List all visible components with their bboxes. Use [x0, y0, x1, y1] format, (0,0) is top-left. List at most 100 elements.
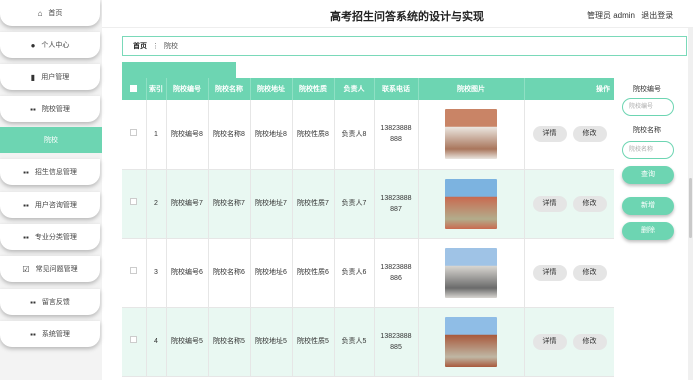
cell-owner: 负责人6 [334, 238, 375, 308]
sidebar-item-label: 院校 [44, 137, 58, 144]
grid-icon: ▪▪ [23, 167, 29, 177]
row-checkbox[interactable] [130, 267, 138, 274]
sidebar-item-label: 系统管理 [41, 331, 70, 338]
app: ⌂ 首页 ● 个人中心 ▮ 用户管理 ▪▪ 院校管理 院校 ▪▪ 招生信息管理 ▪▪ 用户咨询管理 ▪▪ 专… [0, 0, 693, 380]
sidebar-item-label: 常见问题管理 [35, 266, 78, 273]
detail-button[interactable]: 详情 [532, 264, 567, 281]
detail-button[interactable]: 详情 [532, 195, 567, 212]
cell-address: 院校地址5 [250, 307, 293, 377]
sidebar-item[interactable]: ⌂ 首页 [0, 0, 100, 26]
checkbox-icon: ☑ [22, 264, 30, 274]
scrollbar-thumb[interactable] [689, 178, 692, 238]
cell-nature: 院校性质5 [292, 307, 335, 377]
name-label: 院校名称 [633, 127, 661, 134]
breadcrumb-current: 院校 [164, 43, 178, 50]
sidebar-item-label: 用户咨询管理 [34, 202, 77, 209]
row-checkbox[interactable] [130, 336, 138, 343]
sidebar-item[interactable]: ▪▪ 专业分类管理 [0, 224, 100, 250]
name-input[interactable]: 院校名称 [622, 141, 674, 159]
sidebar-item[interactable]: ▪▪ 系统管理 [0, 321, 100, 347]
cell-phone: 13823888886 [374, 238, 419, 308]
home-icon: ⌂ [37, 8, 43, 18]
table-row: 1 院校编号8 院校名称8 院校地址8 院校性质8 负责人8 13823888888 详情 修改 [122, 100, 614, 170]
header-phone: 联系电话 [374, 78, 419, 100]
cell-code: 院校编号5 [166, 307, 209, 377]
sidebar: ⌂ 首页 ● 个人中心 ▮ 用户管理 ▪▪ 院校管理 院校 ▪▪ 招生信息管理 ▪▪ 用户咨询管理 ▪▪ 专… [0, 0, 102, 380]
cell-actions: 详情 修改 [524, 169, 614, 239]
breadcrumb-home[interactable]: 首页 [133, 41, 147, 51]
edit-button[interactable]: 修改 [572, 333, 607, 350]
table-row: 4 院校编号5 院校名称5 院校地址5 院校性质5 负责人5 13823888885 详情 修改 [122, 307, 614, 377]
grid-icon: ▪▪ [30, 297, 36, 307]
header-actions: 操作 [524, 78, 614, 100]
cell-code: 院校编号7 [166, 169, 209, 239]
sidebar-item[interactable]: ▪▪ 招生信息管理 [0, 159, 100, 185]
cell-actions: 详情 修改 [524, 100, 614, 170]
header-name: 院校名称 [208, 78, 251, 100]
sidebar-item-label: 首页 [48, 10, 63, 17]
code-input[interactable]: 院校编号 [622, 98, 674, 116]
sidebar-item[interactable]: ▪▪ 用户咨询管理 [0, 192, 100, 218]
cell-address: 院校地址6 [250, 238, 293, 308]
sidebar-item-label: 招生信息管理 [34, 169, 77, 176]
delete-button[interactable]: 删除 [622, 222, 674, 240]
row-select-cell[interactable] [122, 238, 147, 308]
header-index: 索引 [146, 78, 167, 100]
sidebar-item[interactable]: ▪▪ 留言反馈 [0, 289, 100, 315]
cell-name: 院校名称6 [208, 238, 251, 308]
code-label: 院校编号 [633, 86, 661, 93]
user-label: 管理员 admin [587, 11, 636, 20]
detail-button[interactable]: 详情 [532, 126, 567, 143]
grid-icon: ▪▪ [23, 200, 29, 210]
table-container: 索引 院校编号 院校名称 院校地址 院校性质 负责人 联系电话 院校图片 操作 … [122, 78, 614, 380]
cell-phone: 13823888887 [374, 169, 419, 239]
sidebar-item[interactable]: ▮ 用户管理 [0, 64, 100, 90]
edit-button[interactable]: 修改 [572, 195, 607, 212]
query-button[interactable]: 查询 [622, 166, 674, 184]
cell-owner: 负责人7 [334, 169, 375, 239]
cell-phone: 13823888885 [374, 307, 419, 377]
cell-owner: 负责人8 [334, 100, 375, 170]
select-all-checkbox[interactable] [130, 84, 138, 92]
cell-code: 院校编号8 [166, 100, 209, 170]
row-select-cell[interactable] [122, 169, 147, 239]
table-row: 2 院校编号7 院校名称7 院校地址7 院校性质7 负责人7 13823888887 详情 修改 [122, 169, 614, 239]
scrollbar[interactable] [688, 28, 693, 380]
cell-actions: 详情 修改 [524, 307, 614, 377]
cell-image [418, 238, 525, 308]
sidebar-item-label: 院校管理 [41, 106, 70, 113]
breadcrumb: 首页 ⋮ 院校 [122, 36, 687, 56]
college-table: 索引 院校编号 院校名称 院校地址 院校性质 负责人 联系电话 院校图片 操作 … [122, 78, 614, 377]
cell-code: 院校编号6 [166, 238, 209, 308]
sidebar-item[interactable]: ▪▪ 院校管理 [0, 96, 100, 122]
breadcrumb-separator: ⋮ [152, 43, 159, 50]
logout-link[interactable]: 退出登录 [641, 11, 673, 20]
header-image: 院校图片 [418, 78, 525, 100]
add-button[interactable]: 新增 [622, 197, 674, 215]
header: 高考招生问答系统的设计与实现 管理员 admin 退出登录 [102, 0, 693, 28]
cell-phone: 13823888888 [374, 100, 419, 170]
select-all-cell[interactable] [122, 78, 147, 100]
table-header-row: 索引 院校编号 院校名称 院校地址 院校性质 负责人 联系电话 院校图片 操作 [122, 78, 614, 100]
table-row: 3 院校编号6 院校名称6 院校地址6 院校性质6 负责人6 13823888886 详情 修改 [122, 238, 614, 308]
cell-image [418, 307, 525, 377]
cell-actions: 详情 修改 [524, 238, 614, 308]
college-photo [445, 109, 497, 160]
cell-image [418, 169, 525, 239]
row-select-cell[interactable] [122, 100, 147, 170]
edit-button[interactable]: 修改 [572, 264, 607, 281]
row-checkbox[interactable] [130, 198, 138, 205]
cell-name: 院校名称5 [208, 307, 251, 377]
sidebar-item[interactable]: 院校 [0, 127, 102, 153]
edit-button[interactable]: 修改 [572, 126, 607, 143]
row-select-cell[interactable] [122, 307, 147, 377]
college-photo [445, 247, 497, 298]
row-checkbox[interactable] [130, 128, 138, 136]
sidebar-item-label: 个人中心 [41, 42, 70, 49]
sidebar-item[interactable]: ● 个人中心 [0, 32, 100, 58]
cell-index: 1 [146, 100, 167, 170]
detail-button[interactable]: 详情 [532, 333, 567, 350]
page-title: 高考招生问答系统的设计与实现 [330, 11, 484, 23]
sidebar-item[interactable]: ☑ 常见问题管理 [0, 256, 100, 282]
cell-index: 3 [146, 238, 167, 308]
